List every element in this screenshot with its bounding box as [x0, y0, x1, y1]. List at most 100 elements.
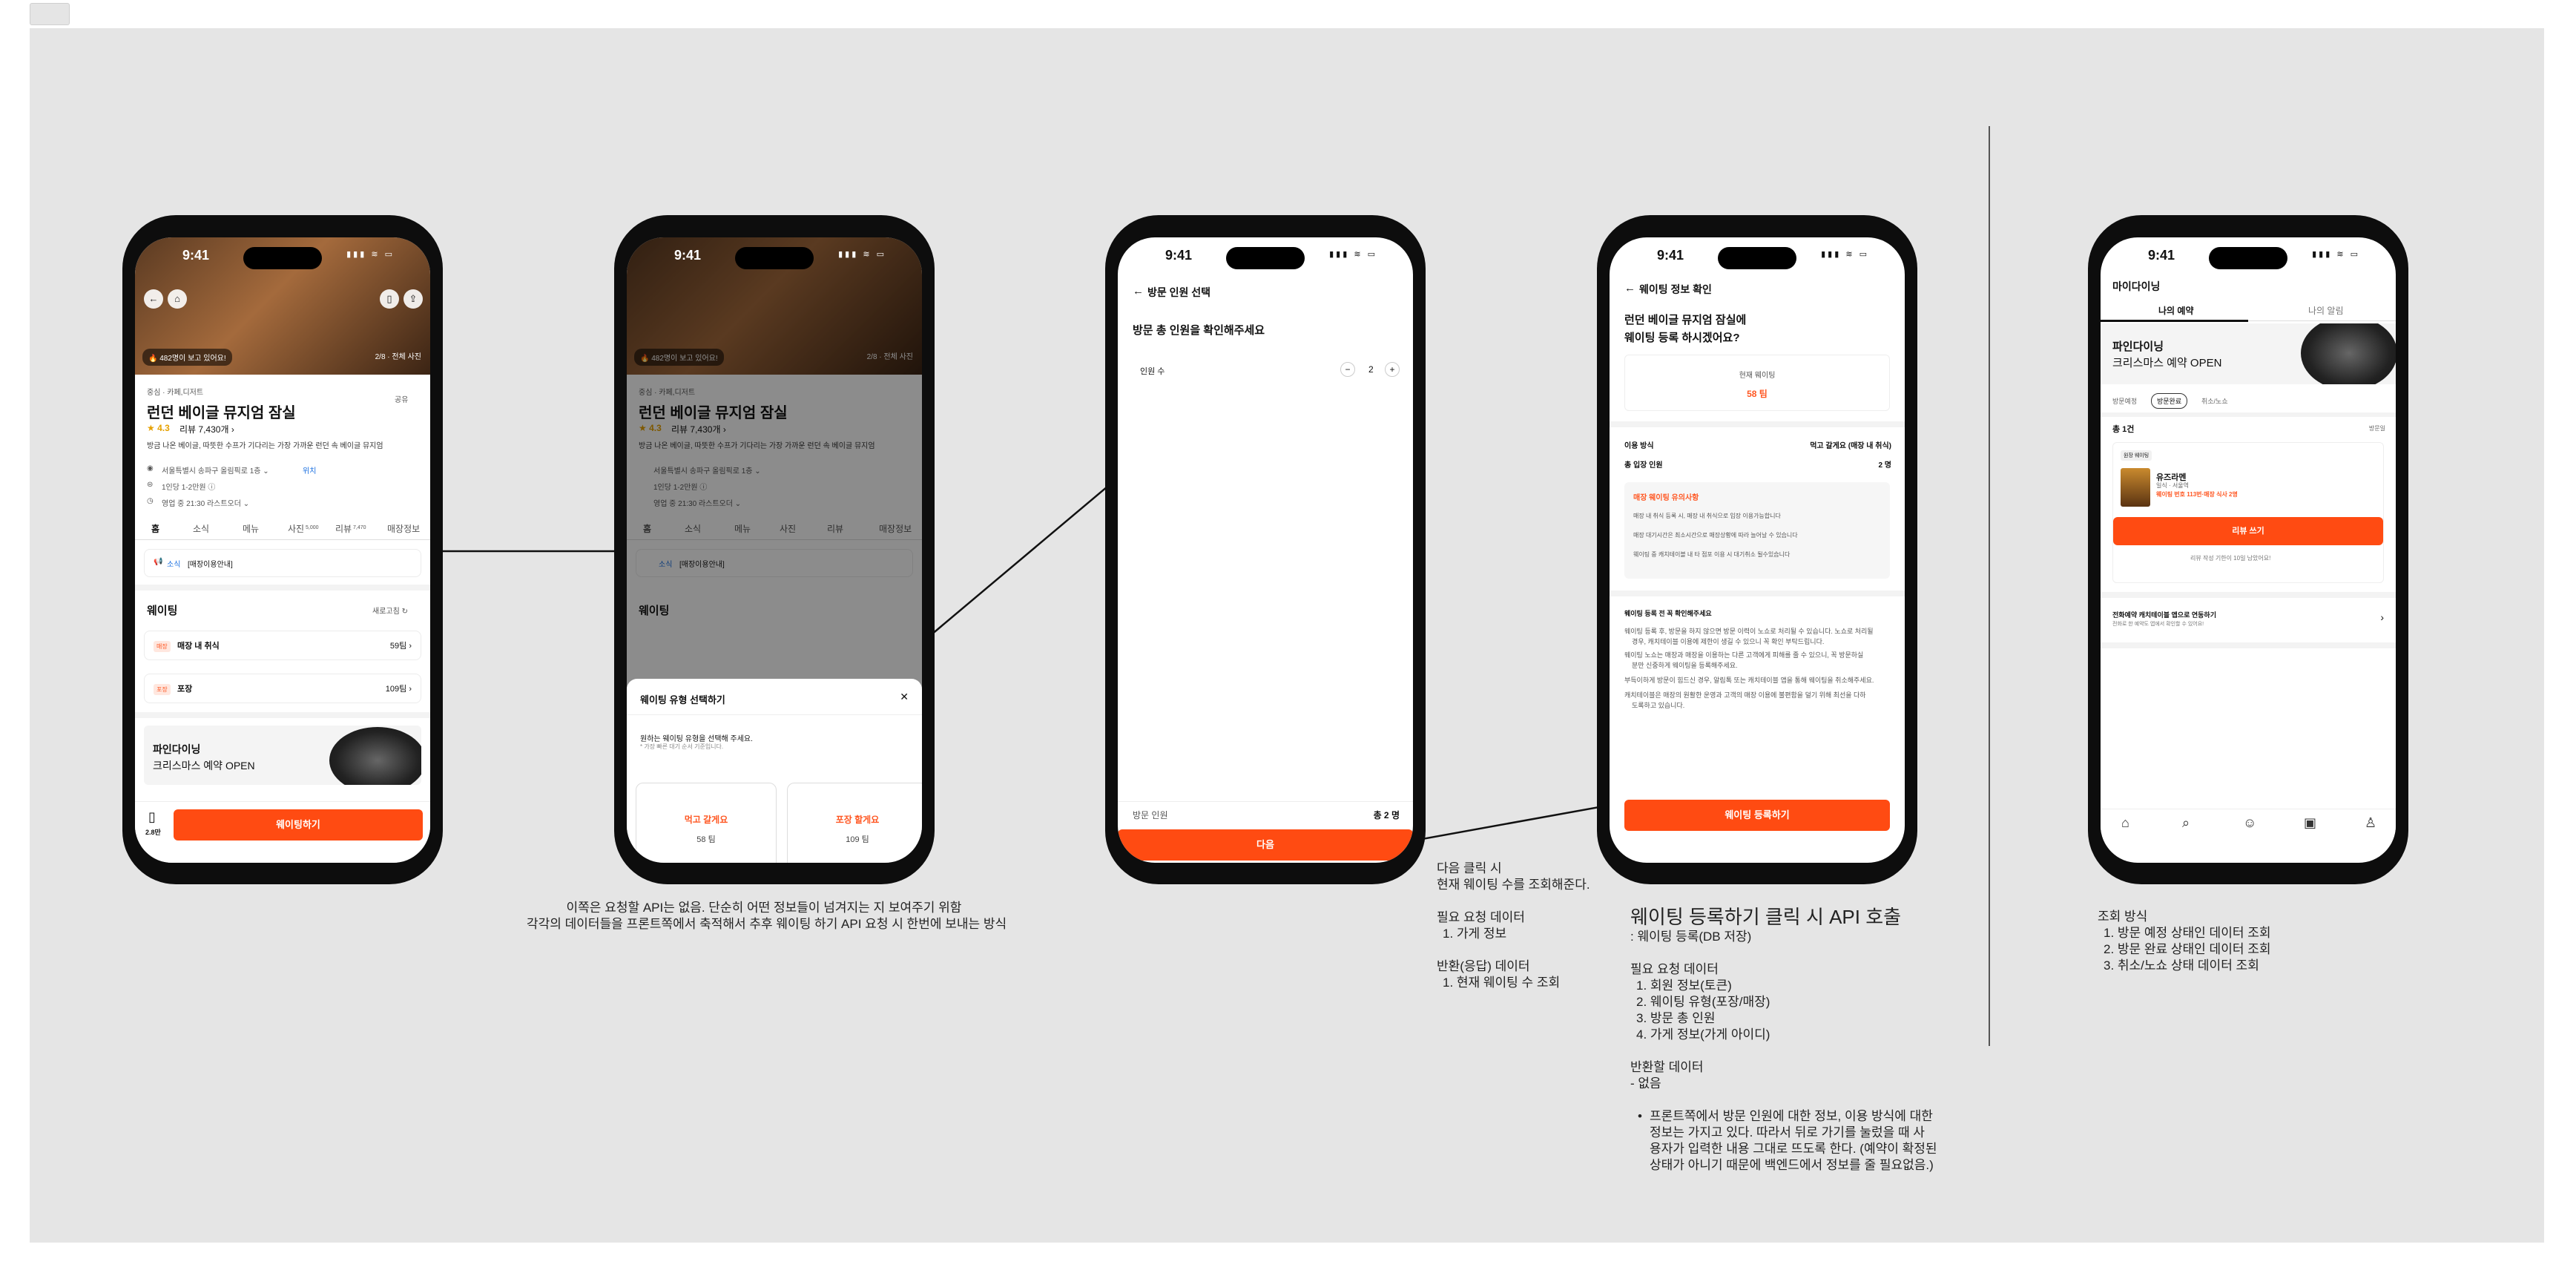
- section-gap: [2101, 642, 2396, 648]
- register-waiting-button[interactable]: 웨이팅 등록하기: [1624, 800, 1890, 831]
- option-dine-in-count: 58 팀: [696, 835, 716, 844]
- waiting-row-dinein[interactable]: 매장 매장 내 취식 59팀 ›: [144, 631, 421, 660]
- chip-cancelled[interactable]: 취소/노쇼: [2201, 396, 2228, 406]
- total-count: 총 1건: [2112, 425, 2135, 434]
- promo-brand: 파인다이닝: [2112, 341, 2164, 353]
- tab-my-reservations[interactable]: 나의 예약: [2158, 304, 2194, 317]
- check-item: 웨이팅 노쇼는 매장과 매장을 이용하는 다른 고객에게 피해를 줄 수 있으니…: [1624, 651, 1864, 659]
- note-line: 다음 클릭 시: [1437, 861, 1502, 875]
- card-info: 웨이팅 번호 113번·매장 식사 2명: [2156, 491, 2238, 498]
- close-icon[interactable]: ✕: [900, 691, 909, 703]
- next-button[interactable]: 다음: [1118, 829, 1413, 861]
- screen-confirm: 9:41 ▮▮▮ ≋ ▭ ← 웨이팅 정보 확인 런던 베이글 뮤지엄 잠실에 웨…: [1610, 237, 1905, 863]
- status-icons: ▮▮▮ ≋ ▭: [346, 250, 395, 259]
- store-address[interactable]: 서울특별시 송파구 올림픽로 1층 ⌄: [162, 464, 269, 476]
- promo-banner[interactable]: 파인다이닝 크리스마스 예약 OPEN: [2101, 323, 2396, 384]
- bullet-dot: •: [1638, 1109, 1642, 1123]
- search-icon[interactable]: ⌕: [2182, 815, 2190, 831]
- notice-banner[interactable]: 📢 소식 [매장이용안내]: [144, 549, 421, 577]
- footer-total: 총 2 명: [1373, 810, 1400, 820]
- link-phone-reservation-row[interactable]: 전화예약 캐치테이블 앱으로 연동하기 전화로 한 예약도 앱에서 확인할 수 …: [2101, 599, 2396, 641]
- check-item: 도록하고 있습니다.: [1632, 702, 1685, 709]
- check-item: 경우, 캐치테이블 이용에 제한이 생길 수 있으니 꼭 확인 부탁드립니다.: [1632, 638, 1825, 645]
- tab-my-notifications[interactable]: 나의 알림: [2308, 304, 2344, 317]
- headline: 방문 총 인원을 확인해주세요: [1133, 324, 1265, 337]
- phone-party-size: 9:41 ▮▮▮ ≋ ▭ ← 방문 인원 선택 방문 총 인원을 확인해주세요 인…: [1105, 215, 1426, 884]
- screen-my-dining: 9:41 ▮▮▮ ≋ ▭ 마이다이닝 나의 예약 나의 알림 파인다이닝 크리스마…: [2101, 237, 2396, 863]
- waiting-cta-button[interactable]: 웨이팅하기: [174, 809, 423, 841]
- check-item: 웨이팅 등록 후, 방문을 하지 않으면 방문 이력이 노쇼로 처리될 수 있습…: [1624, 628, 1874, 635]
- note-next-api: 다음 클릭 시 현재 웨이팅 수를 조회해준다. 필요 요청 데이터 1. 가게…: [1437, 861, 1590, 991]
- megaphone-icon: 📢: [154, 558, 163, 566]
- tab-reviews[interactable]: 리뷰: [335, 522, 352, 535]
- tab-photos[interactable]: 사진: [288, 522, 304, 535]
- refresh-button[interactable]: 새로고침 ↻: [372, 605, 408, 616]
- note-spacer: [1437, 893, 1590, 909]
- note-line: 용자가 입력한 내용 그대로 뜨도록 한다. (예약이 확정된: [1650, 1142, 1937, 1156]
- status-icons: ▮▮▮ ≋ ▭: [2312, 250, 2360, 259]
- tab-home[interactable]: 홈: [151, 522, 159, 535]
- back-icon[interactable]: ←: [1133, 285, 1144, 297]
- note-line: 필요 요청 데이터: [1630, 962, 1719, 976]
- tab-reviews-count: 7,470: [353, 525, 366, 530]
- review-hint: 리뷰 작성 기한이 10일 남았어요!: [2190, 555, 2271, 562]
- store-category: 중심 · 카페,디저트: [147, 389, 204, 397]
- tab-store-info[interactable]: 매장정보: [387, 522, 420, 535]
- chip-visited[interactable]: 방문완료: [2151, 393, 2188, 409]
- section-gap: [2101, 412, 2396, 417]
- link-subtitle: 전화로 한 예약도 앱에서 확인할 수 있어요!: [2112, 622, 2204, 627]
- open-hours[interactable]: 영업 중 21:30 라스트오더 ⌄: [162, 497, 249, 508]
- home-icon[interactable]: ⌂: [2121, 815, 2129, 831]
- photo-count[interactable]: 2/8 · 전체 사진: [375, 350, 421, 361]
- note-line: 1. 회원 정보(토큰): [1636, 978, 1732, 993]
- chip-upcoming[interactable]: 방문예정: [2112, 396, 2137, 406]
- check-title: 웨이팅 등록 전 꼭 확인해주세요: [1624, 610, 1712, 617]
- home-icon[interactable]: ⌂: [168, 289, 187, 309]
- write-review-button[interactable]: 리뷰 쓰기: [2113, 517, 2383, 545]
- review-link[interactable]: 리뷰 7,430개 ›: [179, 423, 234, 435]
- note-line: 반환(응답) 데이터: [1437, 959, 1530, 973]
- dinein-label: 매장 내 취식: [177, 642, 220, 651]
- reservation-card[interactable]: 원장 웨이팅 유즈라멘 일식 · 서울역 웨이팅 번호 113번·매장 식사 2…: [2112, 442, 2384, 583]
- bottom-nav: ⌂ ⌕ ☺ ▣ ♙: [2101, 809, 2396, 846]
- chat-icon[interactable]: ☺: [2243, 815, 2256, 831]
- waiting-row-takeout[interactable]: 포장 포장 109팀 ›: [144, 674, 421, 703]
- tab-news[interactable]: 소식: [193, 522, 209, 535]
- headline-line2: 웨이팅 등록 하시겠어요?: [1624, 332, 1740, 344]
- pin-icon: ◉: [147, 464, 154, 473]
- plus-button[interactable]: +: [1385, 362, 1400, 377]
- dynamic-island: [243, 247, 322, 269]
- usage-value: 먹고 갈게요 (매장 내 취식): [1810, 442, 1891, 450]
- status-icons: ▮▮▮ ≋ ▭: [838, 250, 886, 259]
- minus-button[interactable]: −: [1340, 362, 1355, 377]
- headline-line1: 런던 베이글 뮤지엄 잠실에: [1624, 314, 1747, 326]
- note-line: 3. 취소/노쇼 상태 데이터 조회: [2104, 958, 2259, 973]
- back-icon[interactable]: ←: [1624, 282, 1635, 295]
- promo-banner[interactable]: 파인다이닝 크리스마스 예약 OPEN: [144, 726, 421, 785]
- bookmark-icon[interactable]: ▯: [380, 289, 399, 309]
- option-dine-in[interactable]: 먹고 갈게요 58 팀: [636, 783, 777, 863]
- sort-select[interactable]: 방문일: [2369, 424, 2385, 432]
- note-line: 2. 방문 완료 상태인 데이터 조회: [2104, 942, 2271, 956]
- share-link[interactable]: 공유: [395, 393, 408, 404]
- takeout-label: 포장: [177, 685, 193, 694]
- clock-icon: ◷: [147, 497, 154, 505]
- note-line: 필요 요청 데이터: [1437, 910, 1525, 924]
- calendar-icon[interactable]: ▣: [2304, 815, 2316, 831]
- promo-text: 크리스마스 예약 OPEN: [153, 760, 255, 772]
- tab-photos-count: 5,000: [306, 525, 319, 530]
- notice-tag: 소식: [167, 561, 181, 569]
- bookmark-icon[interactable]: ▯: [148, 809, 156, 825]
- note-line: 1. 가게 정보: [1443, 927, 1507, 941]
- back-icon[interactable]: ←: [144, 289, 163, 309]
- status-icons: ▮▮▮ ≋ ▭: [1821, 250, 1869, 259]
- share-icon[interactable]: ⇪: [403, 289, 423, 309]
- count-label: 인원 수: [1140, 367, 1165, 376]
- note-line: 2. 웨이팅 유형(포장/매장): [1636, 995, 1770, 1009]
- tab-menu[interactable]: 메뉴: [243, 522, 259, 535]
- location-link[interactable]: 위치: [303, 464, 316, 476]
- page-title: 마이다이닝: [2112, 280, 2161, 292]
- option-takeout[interactable]: 포장 할게요 109 팀: [787, 783, 922, 863]
- takeout-count: 109팀 ›: [385, 685, 412, 694]
- profile-icon[interactable]: ♙: [2365, 815, 2376, 831]
